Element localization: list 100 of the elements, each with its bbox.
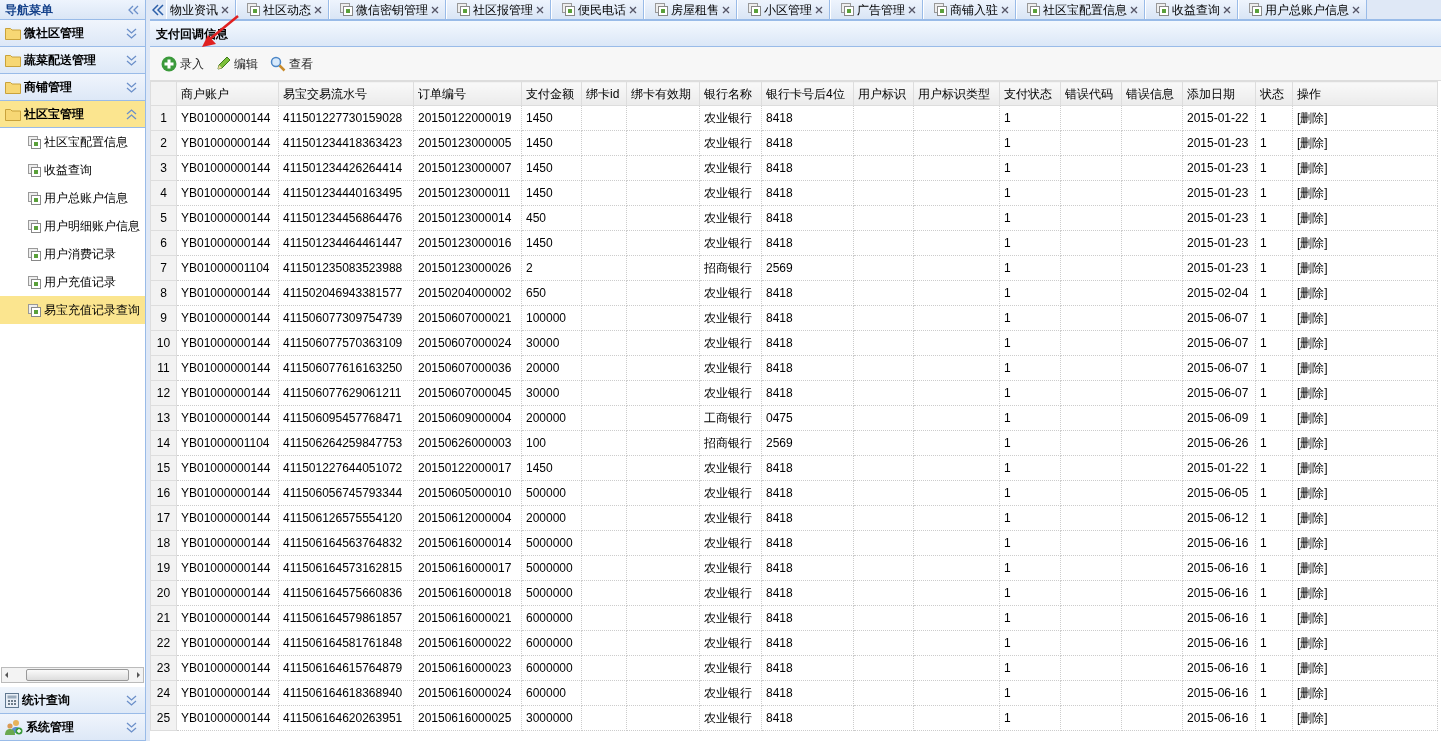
- column-header[interactable]: 商户账户: [176, 81, 279, 106]
- delete-link[interactable]: [删除]: [1297, 561, 1328, 575]
- column-header[interactable]: 状态: [1255, 81, 1293, 106]
- toolbar-button[interactable]: 录入: [158, 52, 207, 75]
- delete-link[interactable]: [删除]: [1297, 486, 1328, 500]
- column-header[interactable]: 银行卡号后4位: [761, 81, 854, 106]
- delete-link[interactable]: [删除]: [1297, 236, 1328, 250]
- close-icon[interactable]: [1352, 5, 1360, 14]
- delete-link[interactable]: [删除]: [1297, 336, 1328, 350]
- delete-link[interactable]: [删除]: [1297, 286, 1328, 300]
- accordion-header[interactable]: 微社区管理: [0, 20, 145, 47]
- tab[interactable]: 微信密钥管理: [329, 0, 446, 19]
- expand-icon[interactable]: [126, 81, 137, 93]
- delete-link[interactable]: [删除]: [1297, 536, 1328, 550]
- table-cell: YB01000000144: [176, 205, 279, 231]
- delete-link[interactable]: [删除]: [1297, 211, 1328, 225]
- column-header[interactable]: 易宝交易流水号: [278, 81, 414, 106]
- close-icon[interactable]: [1001, 5, 1009, 14]
- column-header[interactable]: 绑卡id: [581, 81, 627, 106]
- menu-item[interactable]: 用户充值记录: [0, 268, 145, 296]
- delete-link[interactable]: [删除]: [1297, 136, 1328, 150]
- close-icon[interactable]: [1130, 5, 1138, 14]
- tab[interactable]: 商铺入驻: [923, 0, 1016, 19]
- menu-item[interactable]: 用户总账户信息: [0, 184, 145, 212]
- table-cell: 8418: [761, 705, 854, 731]
- close-icon[interactable]: [722, 5, 730, 14]
- delete-link[interactable]: [删除]: [1297, 511, 1328, 525]
- delete-link[interactable]: [删除]: [1297, 186, 1328, 200]
- horizontal-scrollbar[interactable]: [1, 667, 144, 683]
- tab[interactable]: 广告管理: [830, 0, 923, 19]
- accordion-header[interactable]: 社区宝管理: [0, 101, 145, 128]
- tab[interactable]: 便民电话: [551, 0, 644, 19]
- tab[interactable]: 社区报管理: [446, 0, 551, 19]
- table-cell: 2015-06-16: [1182, 580, 1256, 606]
- close-icon[interactable]: [1223, 5, 1231, 14]
- column-header[interactable]: 用户标识类型: [913, 81, 1000, 106]
- delete-link[interactable]: [删除]: [1297, 261, 1328, 275]
- tab[interactable]: 社区动态: [236, 0, 329, 19]
- tab[interactable]: 用户总账户信息: [1238, 0, 1367, 19]
- close-icon[interactable]: [815, 5, 823, 14]
- page-icon: [1027, 3, 1040, 16]
- column-header[interactable]: 绑卡有效期: [626, 81, 700, 106]
- delete-link[interactable]: [删除]: [1297, 161, 1328, 175]
- tab[interactable]: 小区管理: [737, 0, 830, 19]
- column-header[interactable]: 添加日期: [1182, 81, 1256, 106]
- toolbar-button[interactable]: 编辑: [213, 52, 261, 75]
- menu-item[interactable]: 用户消费记录: [0, 240, 145, 268]
- table-cell: 20150616000022: [413, 630, 522, 656]
- column-header[interactable]: 用户标识: [853, 81, 914, 106]
- delete-link[interactable]: [删除]: [1297, 411, 1328, 425]
- delete-link[interactable]: [删除]: [1297, 586, 1328, 600]
- column-header[interactable]: 支付状态: [999, 81, 1061, 106]
- table-cell: 1: [999, 255, 1061, 281]
- accordion-header[interactable]: 蔬菜配送管理: [0, 47, 145, 74]
- close-icon[interactable]: [629, 5, 637, 14]
- delete-link[interactable]: [删除]: [1297, 111, 1328, 125]
- tab[interactable]: 房屋租售: [644, 0, 737, 19]
- close-icon[interactable]: [536, 5, 544, 14]
- menu-item[interactable]: 用户明细账户信息: [0, 212, 145, 240]
- delete-link[interactable]: [删除]: [1297, 661, 1328, 675]
- collapse-sidebar-icon[interactable]: [128, 4, 139, 15]
- column-header[interactable]: 银行名称: [699, 81, 762, 106]
- page-icon: [28, 163, 41, 177]
- delete-link[interactable]: [删除]: [1297, 636, 1328, 650]
- table-cell: 1: [999, 680, 1061, 706]
- column-header[interactable]: 支付金额: [521, 81, 582, 106]
- delete-link[interactable]: [删除]: [1297, 361, 1328, 375]
- delete-link[interactable]: [删除]: [1297, 311, 1328, 325]
- accordion-header[interactable]: 系统管理: [0, 714, 145, 741]
- tab[interactable]: 社区宝配置信息: [1016, 0, 1145, 19]
- close-icon[interactable]: [908, 5, 916, 14]
- expand-icon[interactable]: [126, 27, 137, 39]
- accordion-header[interactable]: 商铺管理: [0, 74, 145, 101]
- tab[interactable]: 物业资讯: [166, 0, 236, 19]
- table-cell: 20150204000002: [413, 280, 522, 306]
- toolbar-button[interactable]: 查看: [267, 52, 316, 75]
- menu-item[interactable]: 易宝充值记录查询: [0, 296, 145, 324]
- scroll-tabs-left-icon[interactable]: [152, 4, 164, 16]
- expand-icon[interactable]: [126, 721, 137, 733]
- column-header[interactable]: 错误代码: [1060, 81, 1122, 106]
- delete-link[interactable]: [删除]: [1297, 386, 1328, 400]
- column-header[interactable]: 订单编号: [413, 81, 522, 106]
- collapse-icon[interactable]: [126, 108, 137, 120]
- delete-link[interactable]: [删除]: [1297, 611, 1328, 625]
- column-header[interactable]: 操作: [1292, 81, 1438, 106]
- close-icon[interactable]: [221, 5, 229, 14]
- column-header[interactable]: 错误信息: [1121, 81, 1183, 106]
- close-icon[interactable]: [314, 5, 322, 14]
- delete-link[interactable]: [删除]: [1297, 461, 1328, 475]
- table-cell: 0475: [761, 405, 854, 431]
- expand-icon[interactable]: [126, 694, 137, 706]
- close-icon[interactable]: [431, 5, 439, 14]
- delete-link[interactable]: [删除]: [1297, 436, 1328, 450]
- delete-link[interactable]: [删除]: [1297, 711, 1328, 725]
- tab[interactable]: 收益查询: [1145, 0, 1238, 19]
- delete-link[interactable]: [删除]: [1297, 686, 1328, 700]
- menu-item[interactable]: 收益查询: [0, 156, 145, 184]
- accordion-header[interactable]: 统计查询: [0, 687, 145, 714]
- expand-icon[interactable]: [126, 54, 137, 66]
- menu-item[interactable]: 社区宝配置信息: [0, 128, 145, 156]
